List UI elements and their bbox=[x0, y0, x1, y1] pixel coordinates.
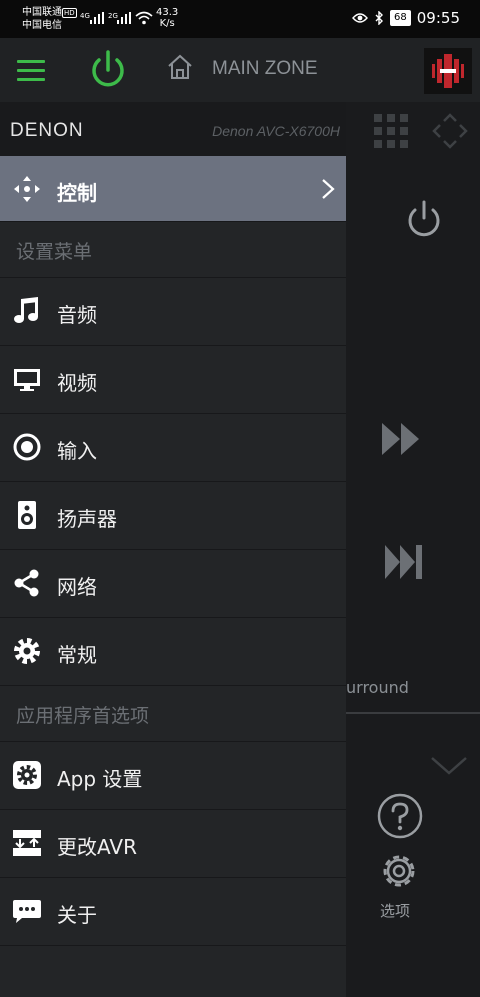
screen: 中国联通 中国电信 HD 4G 2G 43.3 K/s 68 09:55 MAI… bbox=[0, 0, 480, 997]
status-bar: 中国联通 中国电信 HD 4G 2G 43.3 K/s 68 09:55 bbox=[0, 0, 480, 38]
chevron-down-icon[interactable] bbox=[430, 756, 468, 776]
chat-bubble-icon bbox=[13, 900, 41, 923]
drawer-item-change-avr[interactable]: 更改AVR bbox=[0, 810, 346, 878]
monitor-icon bbox=[14, 369, 40, 391]
speaker-icon bbox=[18, 501, 36, 529]
power-icon[interactable] bbox=[88, 48, 128, 92]
receiver-model: Denon AVC-X6700H bbox=[212, 123, 340, 139]
drawer-item-label: App 设置 bbox=[57, 767, 143, 791]
drawer-item-control[interactable]: 控制 bbox=[0, 156, 346, 222]
drawer-item-label: 视频 bbox=[57, 371, 97, 395]
zone-power-icon[interactable] bbox=[404, 198, 444, 240]
carrier-2: 中国电信 bbox=[22, 20, 62, 31]
drawer-item-label: 常规 bbox=[57, 643, 97, 667]
section-label: 应用程序首选项 bbox=[16, 705, 150, 727]
swap-avr-icon bbox=[13, 830, 41, 856]
drawer-item-input[interactable]: 输入 bbox=[0, 414, 346, 482]
status-right: 68 09:55 bbox=[352, 9, 460, 27]
options-label[interactable]: 选项 bbox=[380, 900, 410, 921]
clock: 09:55 bbox=[416, 9, 460, 27]
drawer-item-about[interactable]: 关于 bbox=[0, 878, 346, 946]
carrier-1: 中国联通 bbox=[22, 7, 62, 18]
avatar[interactable] bbox=[424, 48, 472, 94]
drawer-item-speakers[interactable]: 扬声器 bbox=[0, 482, 346, 550]
grid-icon[interactable] bbox=[374, 114, 408, 148]
speed-unit: K/s bbox=[159, 18, 175, 29]
hd-badge: HD bbox=[62, 8, 77, 18]
direction-pad-icon[interactable] bbox=[432, 113, 468, 149]
app-bar: MAIN ZONE bbox=[0, 38, 480, 102]
drawer-item-label: 更改AVR bbox=[57, 835, 137, 859]
app-settings-gear-icon bbox=[13, 761, 41, 789]
input-radio-icon bbox=[13, 433, 41, 461]
zone-title[interactable]: MAIN ZONE bbox=[212, 58, 318, 80]
hamburger-menu-icon[interactable] bbox=[14, 54, 50, 86]
speed-value: 43.3 bbox=[156, 7, 179, 18]
signal-icon bbox=[90, 12, 104, 24]
drawer-item-video[interactable]: 视频 bbox=[0, 346, 346, 414]
drawer-item-label: 输入 bbox=[57, 439, 97, 463]
options-gear-icon[interactable] bbox=[376, 848, 422, 894]
drawer-item-label: 控制 bbox=[57, 181, 97, 205]
drawer-item-network[interactable]: 网络 bbox=[0, 550, 346, 618]
wifi-icon bbox=[135, 11, 153, 25]
drawer-item-label: 网络 bbox=[57, 575, 97, 599]
bluetooth-icon bbox=[375, 11, 384, 25]
music-note-icon bbox=[14, 297, 38, 323]
gear-icon bbox=[14, 638, 40, 664]
move-arrows-icon bbox=[14, 176, 40, 202]
drawer-header: DENON Denon AVC-X6700H bbox=[0, 102, 346, 156]
signal-icon-2 bbox=[117, 12, 131, 24]
surround-mode-label[interactable]: urround bbox=[346, 678, 409, 697]
section-header-settings: 设置菜单 bbox=[0, 222, 346, 278]
eye-icon bbox=[352, 13, 368, 23]
drawer-item-label: 关于 bbox=[57, 903, 97, 927]
navigation-drawer: DENON Denon AVC-X6700H 控制 设置菜单 音频 视频 输入 … bbox=[0, 102, 346, 997]
home-icon[interactable] bbox=[166, 53, 194, 81]
share-network-icon bbox=[14, 569, 39, 597]
drawer-item-general[interactable]: 常规 bbox=[0, 618, 346, 686]
fast-forward-icon[interactable] bbox=[382, 423, 420, 455]
drawer-item-app-settings[interactable]: App 设置 bbox=[0, 742, 346, 810]
drawer-item-label: 扬声器 bbox=[57, 507, 117, 531]
divider bbox=[346, 712, 480, 714]
chevron-right-icon bbox=[322, 179, 335, 199]
skip-next-icon[interactable] bbox=[385, 545, 423, 579]
drawer-item-label: 音频 bbox=[57, 303, 97, 327]
help-icon[interactable] bbox=[376, 792, 424, 840]
section-header-app-preferences: 应用程序首选项 bbox=[0, 686, 346, 742]
network-type-1: 4G bbox=[80, 12, 90, 20]
network-speed: 43.3 K/s bbox=[156, 7, 178, 29]
drawer-item-audio[interactable]: 音频 bbox=[0, 278, 346, 346]
heos-logo-icon bbox=[432, 54, 464, 88]
battery-level: 68 bbox=[390, 10, 411, 26]
section-label: 设置菜单 bbox=[16, 241, 93, 263]
brand-logo: DENON bbox=[10, 120, 84, 141]
